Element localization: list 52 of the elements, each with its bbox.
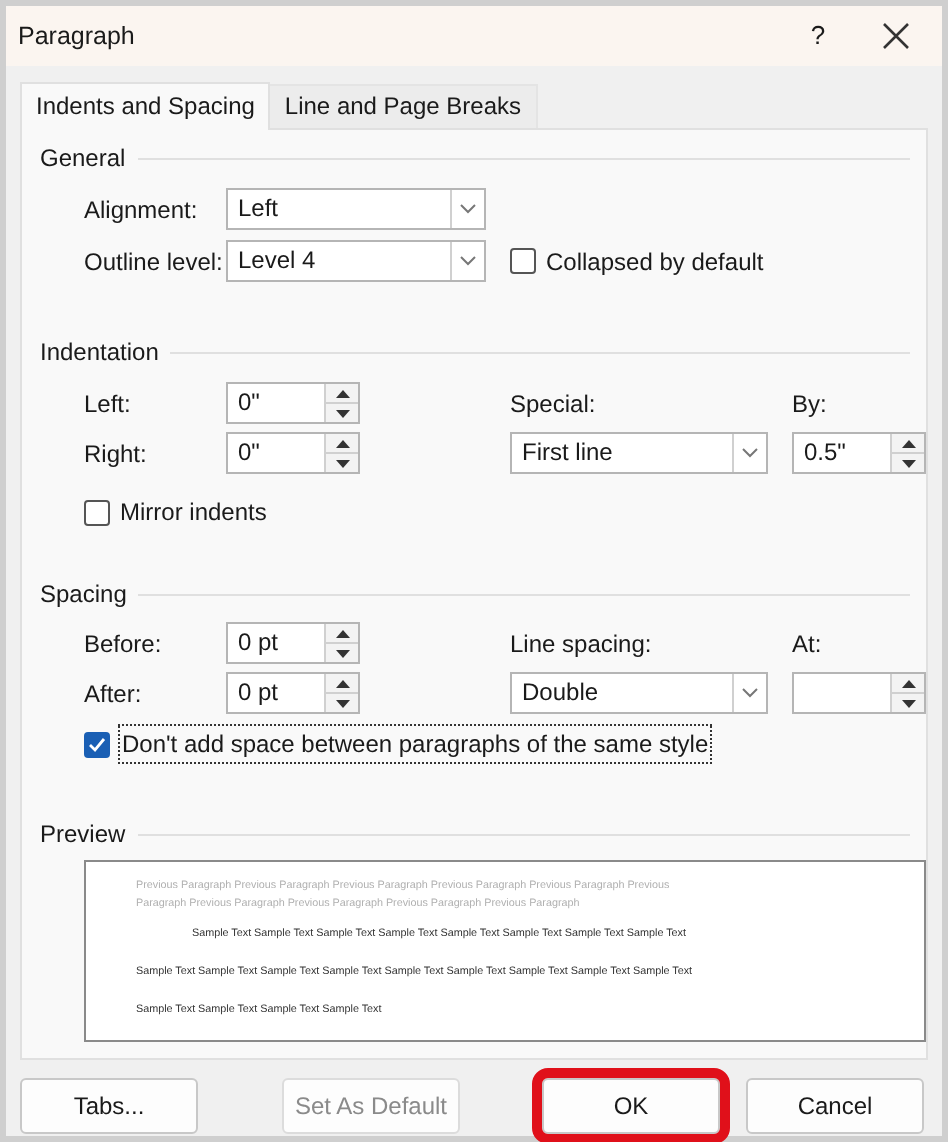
dropdown[interactable]: First line <box>510 432 768 474</box>
chevron-down-icon <box>460 204 476 214</box>
down-arrow-icon[interactable] <box>335 649 349 657</box>
checkbox[interactable] <box>84 499 110 525</box>
field-label: Left: <box>84 387 133 421</box>
field-label: Outline level: <box>84 245 225 279</box>
dialog-button[interactable]: Tabs... <box>20 1078 198 1134</box>
spin-box[interactable]: 0 pt <box>226 622 360 664</box>
checkbox[interactable] <box>84 731 110 757</box>
checkbox-label: Collapsed by default <box>544 245 766 279</box>
tab[interactable]: Indents and Spacing <box>20 82 271 130</box>
section-heading: Indentation <box>40 336 159 370</box>
field-label: Special: <box>510 387 598 421</box>
field-label: After: <box>84 677 144 711</box>
up-arrow-icon[interactable] <box>901 439 915 447</box>
field-label: At: <box>792 627 824 661</box>
close-icon[interactable] <box>882 22 910 50</box>
down-arrow-icon[interactable] <box>901 459 915 467</box>
field-label: Right: <box>84 437 149 471</box>
dropdown[interactable]: Level 4 <box>226 240 486 282</box>
field-label: Line spacing: <box>510 627 654 661</box>
field-label: Alignment: <box>84 193 200 227</box>
chevron-down-icon <box>460 256 476 266</box>
down-arrow-icon[interactable] <box>901 699 915 707</box>
field-label: Before: <box>84 627 164 661</box>
checkbox-label: Don't add space between paragraphs of the same style <box>118 724 713 764</box>
help-button[interactable]: ? <box>798 16 838 56</box>
spin-box[interactable]: 0 pt <box>226 672 360 714</box>
spin-box[interactable]: 0" <box>226 382 360 424</box>
section-heading: General <box>40 142 126 176</box>
section-heading: Spacing <box>40 578 127 612</box>
up-arrow-icon[interactable] <box>335 439 349 447</box>
tab[interactable]: Line and Page Breaks <box>270 84 538 128</box>
checkbox-label: Mirror indents <box>118 496 269 530</box>
up-arrow-icon[interactable] <box>335 679 349 687</box>
chevron-down-icon <box>742 448 758 458</box>
section-heading: Preview <box>40 818 126 852</box>
dropdown[interactable]: Left <box>226 188 486 230</box>
dropdown[interactable]: Double <box>510 672 768 714</box>
down-arrow-icon[interactable] <box>335 459 349 467</box>
dialog-button[interactable]: Cancel <box>746 1078 924 1134</box>
spin-box[interactable]: 0" <box>226 432 360 474</box>
chevron-down-icon <box>742 688 758 698</box>
up-arrow-icon[interactable] <box>335 629 349 637</box>
down-arrow-icon[interactable] <box>335 409 349 417</box>
spin-box[interactable]: 0.5" <box>792 432 926 474</box>
window-title: Paragraph <box>18 19 137 54</box>
checkbox[interactable] <box>510 248 536 274</box>
field-label: By: <box>792 387 829 421</box>
up-arrow-icon[interactable] <box>901 679 915 687</box>
up-arrow-icon[interactable] <box>335 389 349 397</box>
down-arrow-icon[interactable] <box>335 699 349 707</box>
